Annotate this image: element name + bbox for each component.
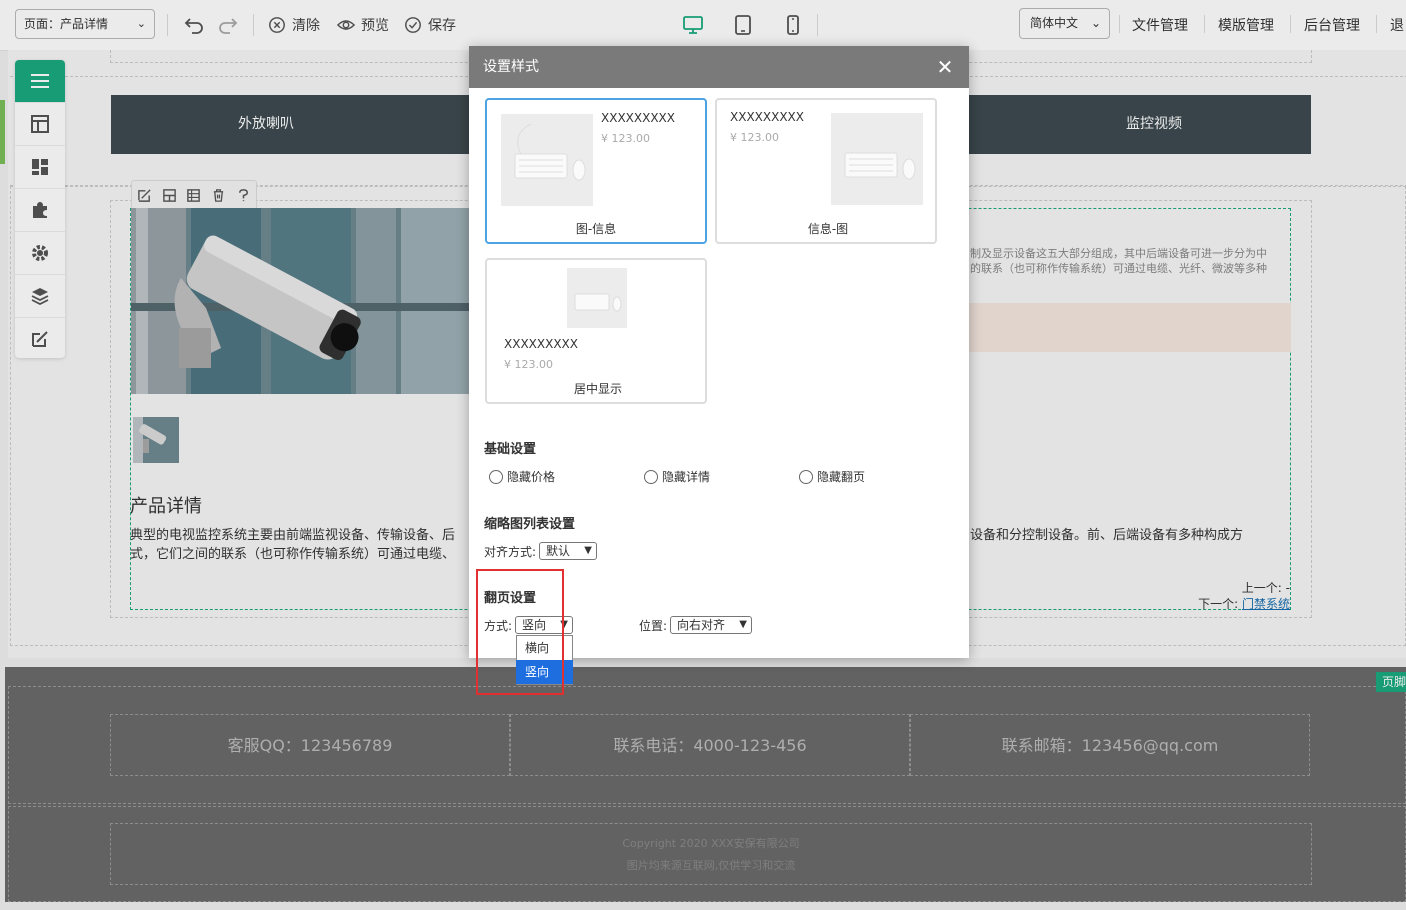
card-name: XXXXXXXXX	[504, 337, 578, 351]
hide-detail-radio[interactable]: 隐藏详情	[644, 468, 710, 485]
card-image	[501, 114, 593, 206]
style-card-info-image[interactable]: XXXXXXXXX ¥ 123.00 信息-图	[715, 98, 937, 244]
card-name: XXXXXXXXX	[601, 111, 675, 125]
hide-price-radio[interactable]: 隐藏价格	[489, 468, 555, 485]
card-name: XXXXXXXXX	[730, 110, 804, 124]
chevron-down-icon: ▼	[584, 545, 592, 556]
card-label: 信息-图	[807, 222, 849, 236]
card-price: ¥ 123.00	[730, 131, 779, 144]
position-value: 向右对齐	[677, 618, 726, 632]
style-card-centered[interactable]: XXXXXXXXX ¥ 123.00 居中显示	[485, 258, 707, 404]
card-label: 居中显示	[573, 382, 622, 396]
modal-header	[469, 46, 969, 88]
align-select[interactable]: 默认 ▼	[539, 542, 597, 560]
keyboard-image	[831, 113, 923, 205]
align-value: 默认	[546, 544, 571, 558]
card-label: 图-信息	[575, 222, 617, 236]
card-image	[567, 268, 627, 328]
position-label: 位置:	[639, 619, 668, 633]
radio-circle	[489, 469, 503, 484]
modal-title: 设置样式	[483, 59, 539, 75]
card-price: ¥ 123.00	[601, 132, 650, 145]
keyboard-image	[567, 268, 627, 328]
radio-label: 隐藏翻页	[817, 470, 866, 484]
basic-settings-title: 基础设置	[484, 442, 537, 457]
radio-label: 隐藏价格	[507, 470, 556, 484]
hide-pager-radio[interactable]: 隐藏翻页	[799, 468, 865, 485]
position-select[interactable]: 向右对齐 ▼	[670, 616, 752, 634]
radio-circle	[799, 469, 813, 484]
thumb-settings-title: 缩略图列表设置	[484, 517, 576, 532]
close-icon[interactable]: ✕	[934, 56, 956, 78]
keyboard-image	[501, 114, 593, 206]
highlight-box	[476, 569, 564, 695]
card-price: ¥ 123.00	[504, 358, 553, 371]
radio-circle	[644, 469, 658, 484]
card-image	[831, 113, 923, 205]
chevron-down-icon: ▼	[739, 619, 747, 630]
align-label: 对齐方式:	[484, 545, 537, 559]
radio-label: 隐藏详情	[662, 470, 711, 484]
style-card-image-info[interactable]: XXXXXXXXX ¥ 123.00 图-信息	[485, 98, 707, 244]
